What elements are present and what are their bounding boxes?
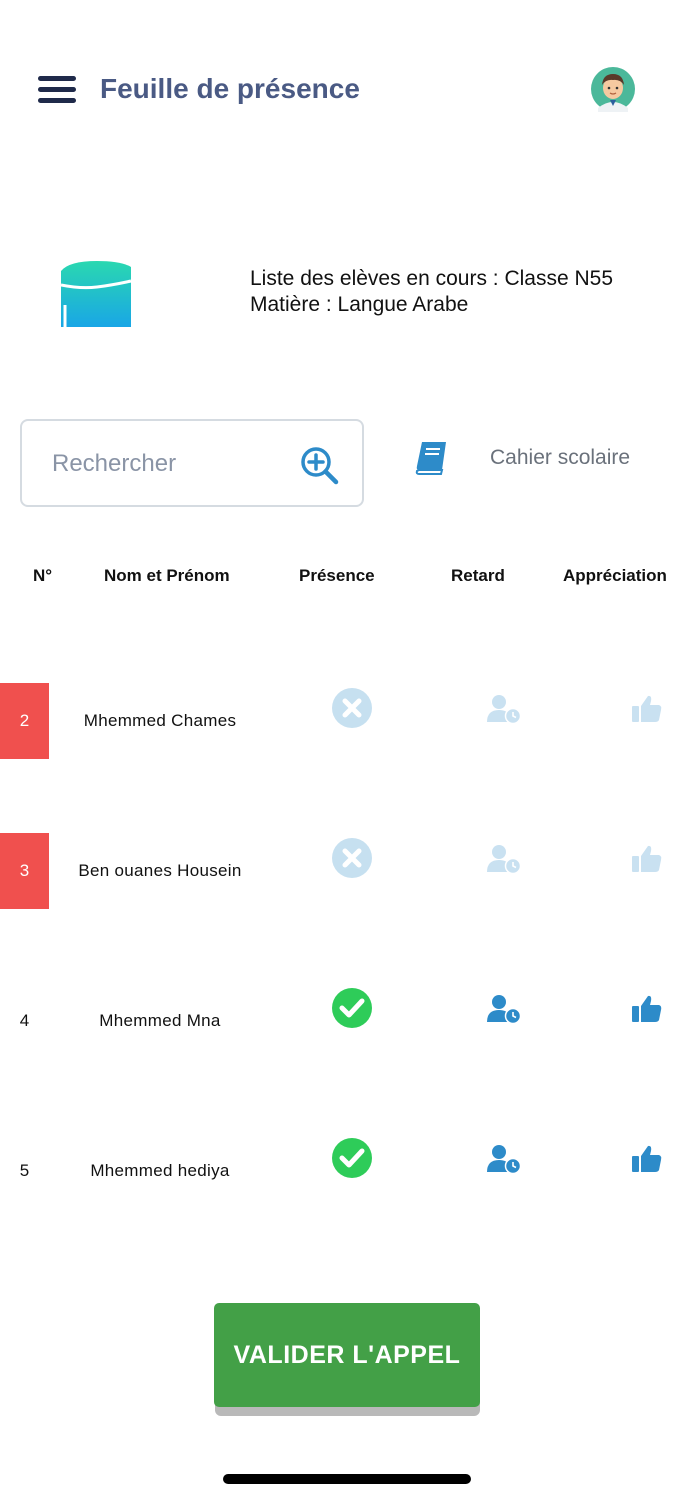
absent-x-icon[interactable] [331, 687, 373, 729]
student-name: Mhemmed Chames [83, 711, 237, 730]
student-name: Ben ouanes Housein [78, 861, 242, 880]
user-clock-icon[interactable] [487, 994, 522, 1025]
search-box [20, 419, 364, 507]
student-name: Mhemmed hediya [90, 1161, 230, 1180]
cahier-scolaire-link[interactable]: Cahier scolaire [414, 438, 654, 480]
table-row: 2 Mhemmed Chames [0, 683, 693, 759]
validate-attendance-button[interactable]: VALIDER L'APPEL [214, 1303, 480, 1407]
user-avatar[interactable] [590, 66, 636, 112]
menu-button[interactable] [38, 75, 78, 105]
menu-line [38, 98, 76, 103]
user-clock-icon[interactable] [487, 1144, 522, 1175]
user-clock-icon[interactable] [487, 694, 522, 725]
row-number: 5 [19, 1161, 30, 1180]
thumbs-up-icon[interactable] [631, 994, 663, 1024]
row-number: 2 [0, 683, 49, 759]
book-icon [414, 440, 450, 476]
menu-line [38, 87, 76, 92]
table-row: 5 Mhemmed hediya [0, 1133, 693, 1209]
cahier-scolaire-label: Cahier scolaire [490, 446, 631, 469]
zoom-plus-icon[interactable] [300, 446, 340, 486]
thumbs-up-icon[interactable] [631, 1144, 663, 1174]
present-check-icon[interactable] [331, 987, 373, 1029]
col-header-retard: Retard [451, 566, 505, 585]
class-info: Liste des elèves en cours : Classe N55 M… [250, 266, 613, 318]
student-name: Mhemmed Mna [99, 1011, 221, 1030]
class-info-line: Liste des elèves en cours : Classe N55 [250, 267, 614, 290]
subject-info-line: Matière : Langue Arabe [250, 293, 469, 316]
graduation-cap-icon [60, 255, 133, 335]
col-header-name: Nom et Prénom [104, 566, 230, 585]
user-clock-icon[interactable] [487, 844, 522, 875]
menu-line [38, 76, 76, 81]
avatar-icon [591, 67, 635, 112]
col-header-num: N° [33, 566, 53, 585]
absent-x-icon[interactable] [331, 837, 373, 879]
present-check-icon[interactable] [331, 1137, 373, 1179]
col-header-presence: Présence [299, 566, 375, 585]
row-number: 4 [19, 1011, 30, 1030]
col-header-appreciation: Appréciation [563, 566, 667, 585]
table-row: 4 Mhemmed Mna [0, 983, 693, 1059]
thumbs-up-icon[interactable] [631, 844, 663, 874]
page-title: Feuille de présence [100, 73, 360, 104]
thumbs-up-icon[interactable] [631, 694, 663, 724]
home-indicator [223, 1474, 471, 1484]
search-input[interactable] [52, 445, 292, 483]
row-number: 3 [0, 833, 49, 909]
table-row: 3 Ben ouanes Housein [0, 833, 693, 909]
